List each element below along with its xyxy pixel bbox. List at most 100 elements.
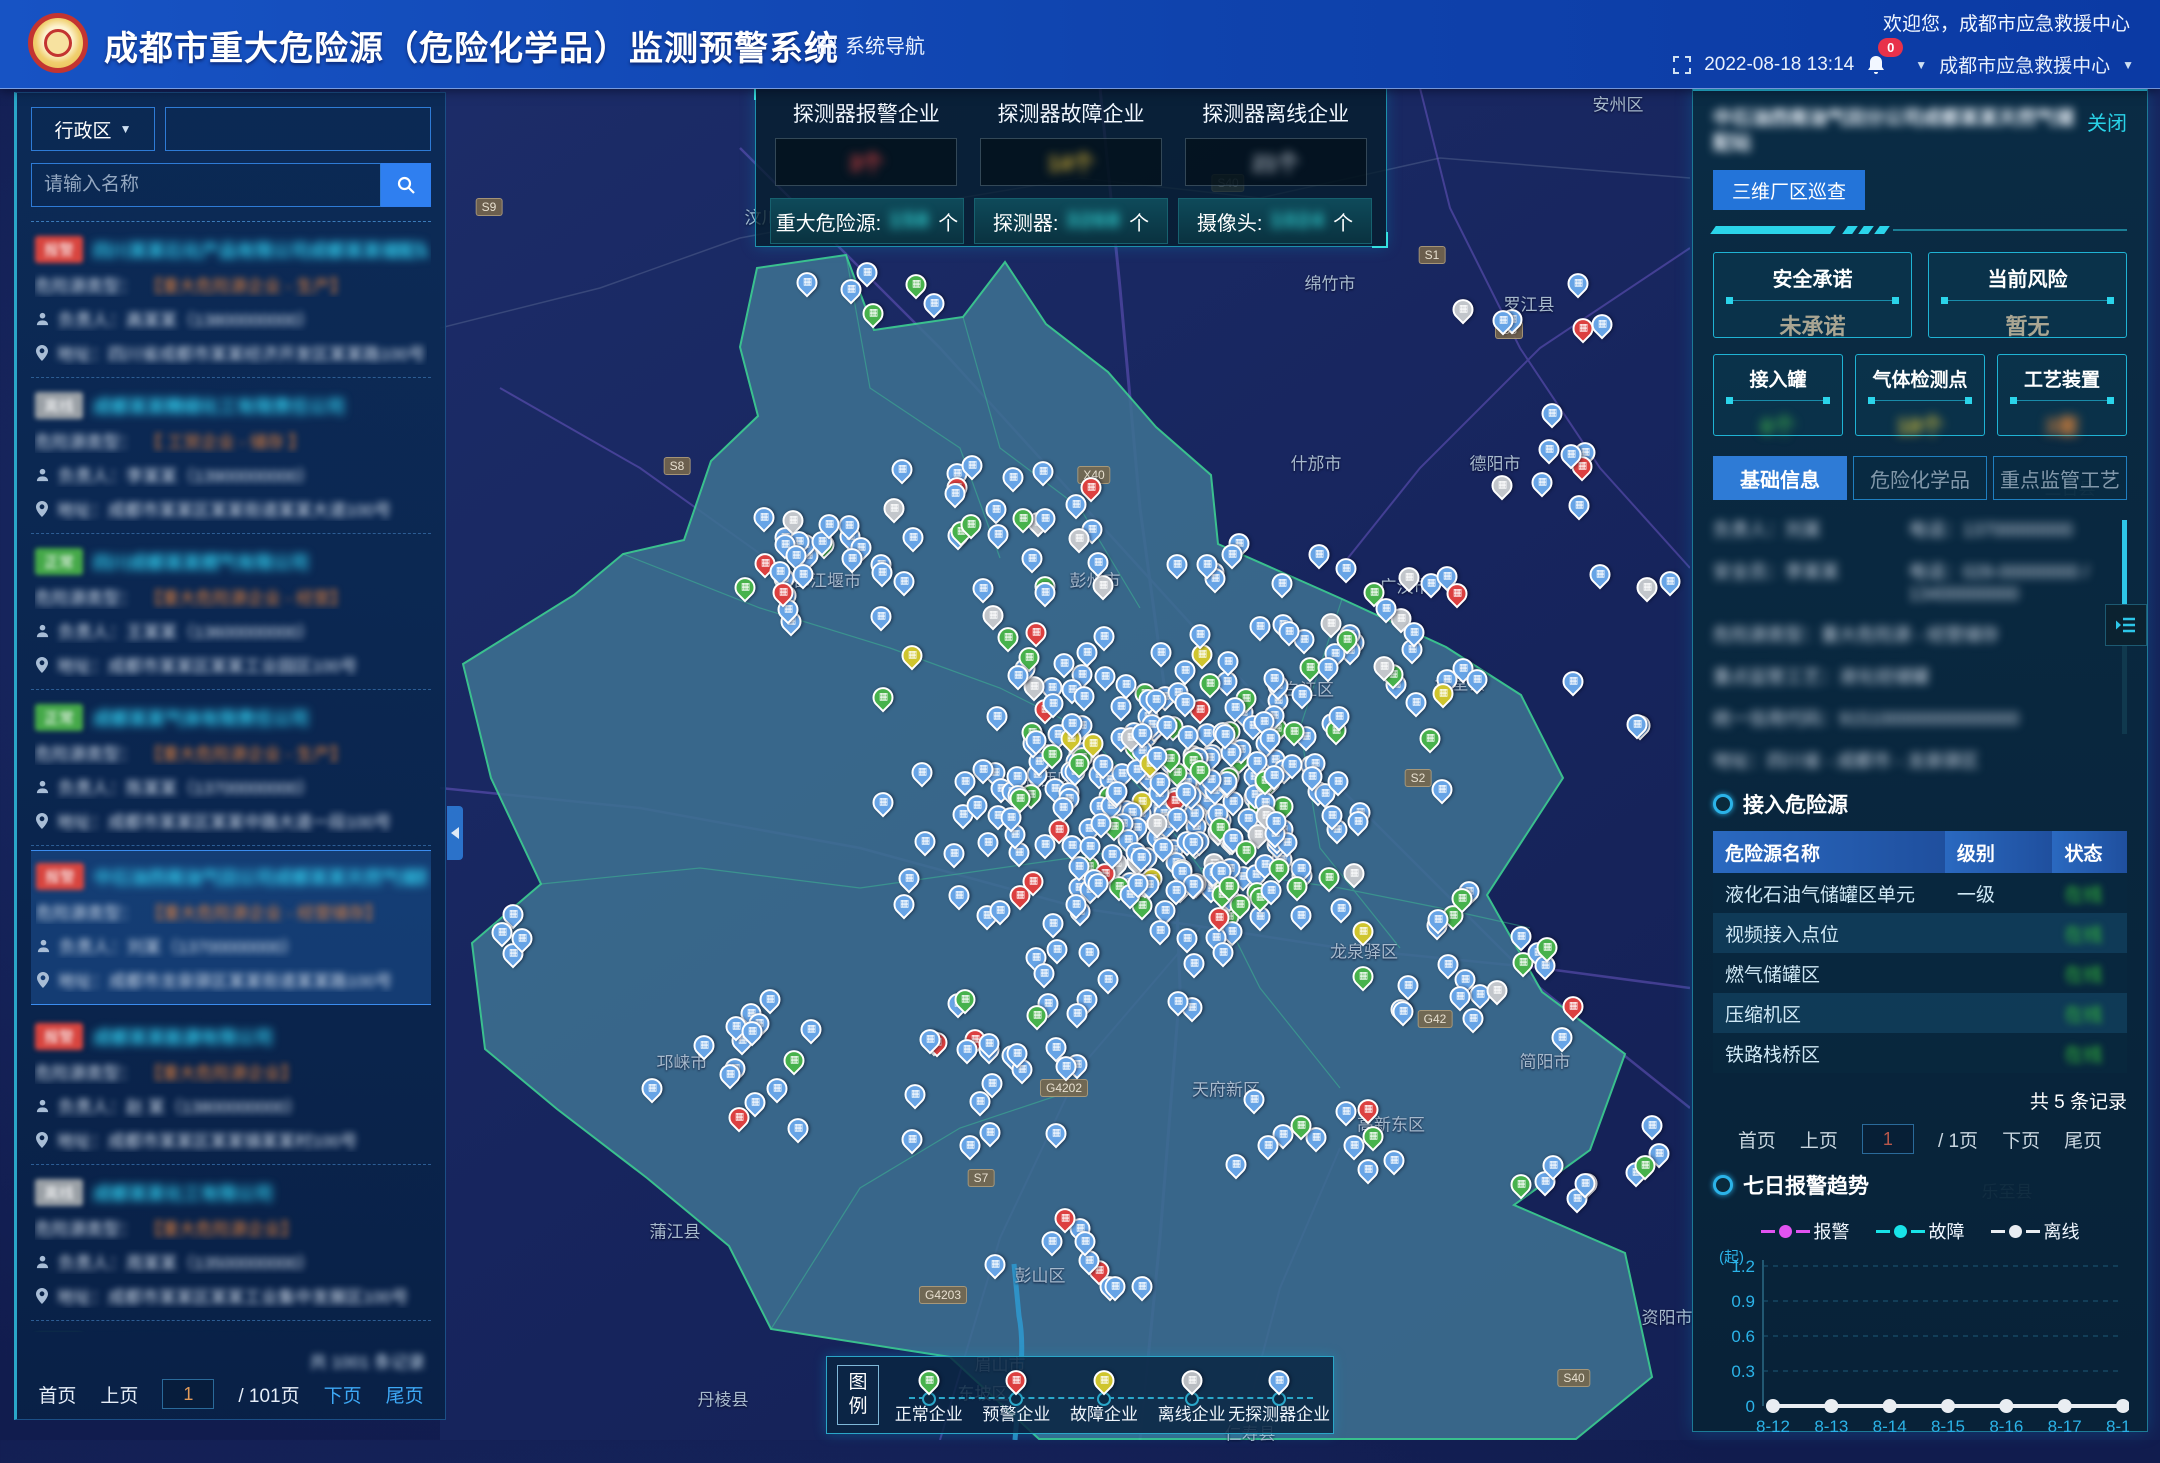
close-panel-link[interactable]: 关闭 [2087,107,2127,136]
search-button[interactable] [381,163,431,207]
svg-text:8-18: 8-18 [2106,1417,2129,1436]
chevron-down-icon[interactable]: ▼ [1915,58,1927,72]
bell-icon[interactable] [1866,54,1886,76]
company-list-item[interactable]: 报警 中石油西南油气田公司成都某某天然气储配站 危险源类型：【重大危险源企业 -… [31,850,431,1005]
table-row[interactable]: 铁路栈桥区 在线 [1713,1033,2127,1073]
district-value-input[interactable] [165,107,431,151]
contact-person: 负责人：陈某某（13700000000） [58,774,315,799]
status-badge: 报警 [35,236,83,263]
commitment-card: 安全承诺未承诺 [1713,252,1912,338]
chevron-down-icon[interactable]: ▼ [2122,58,2134,72]
notification-badge: 0 [1878,38,1903,57]
detector-stat-card: 探测器报警企业 3个 [770,96,963,186]
decorative-divider [1713,226,2127,234]
district-filter-button[interactable]: 行政区 ▼ [31,107,155,151]
sidebar-total-records: 共 1001 条记录 [310,1348,425,1373]
series-legend-item[interactable]: 报警 [1761,1218,1850,1244]
system-nav-label: 系统导航 [845,30,925,59]
enterprise-title: 中石油西南油气田分公司成都某某天然气储配站 [1713,107,2079,156]
company-list-item[interactable]: 报警 四川某某石化产品有限公司成都某某储配站 危险源类型：【重大危险源企业 - … [31,222,431,378]
pagination-last[interactable]: 尾页 [386,1381,424,1408]
pagination-first[interactable]: 首页 [1738,1126,1776,1153]
app-title: 成都市重大危险源（危险化学品）监测预警系统 [104,21,839,70]
company-list: 报警 四川某某石化产品有限公司成都某某储配站 危险源类型：【重大危险源企业 - … [31,222,431,1332]
table-row[interactable]: 燃气储罐区 在线 [1713,953,2127,993]
hazard-table: 危险源名称级别状态 液化石油气储罐区单元 一级 在线 视频接入点位 在线 燃气储… [1713,831,2127,1073]
contact-person: 负责人：王某某（13600000000） [58,618,315,643]
detail-field: 危险源类型：重大危险源 - 经营储存 [1713,621,2113,647]
legend-label: 预警企业 [982,1400,1050,1425]
counter-value: 1024 [1270,209,1325,233]
sidebar-collapse-tab[interactable] [447,806,463,860]
pagination-prev[interactable]: 上页 [1800,1126,1838,1153]
detector-stat-card: 探测器故障企业 14个 [975,96,1168,186]
pagination-page-input[interactable] [162,1379,214,1409]
pagination-first[interactable]: 首页 [38,1381,76,1408]
resource-counter: 重大危险源: 158 个 [770,198,964,244]
map-place-label: 资阳市 [1642,1304,1693,1329]
table-row[interactable]: 压缩机区 在线 [1713,993,2127,1033]
welcome-text: 欢迎您，成都市应急救援中心 [1883,9,2130,36]
person-icon [35,1254,50,1269]
hazard-type: 【重大危险源企业】 [145,1215,298,1240]
company-search-input[interactable] [31,163,381,207]
current-user[interactable]: 成都市应急救援中心 [1939,51,2110,78]
company-list-item[interactable]: 正常 四川成都某某燃气有限公司 危险源类型：【重大危险源企业 - 经营】 负责人… [31,534,431,690]
pagination-next[interactable]: 下页 [324,1381,362,1408]
contact-person: 负责人：周某某（13500000000） [58,1249,315,1274]
legend-pin-icon [1089,1366,1119,1396]
detail-field: 重点监管工艺：液化烃储罐 [1713,663,2113,689]
3d-patrol-button[interactable]: 三维厂区巡查 [1713,170,1865,210]
series-legend-item[interactable]: 故障 [1876,1218,1965,1244]
person-icon [35,779,50,794]
app-header: 成都市重大危险源（危险化学品）监测预警系统 系统导航 欢迎您，成都市应急救援中心… [0,0,2160,89]
svg-text:8-16: 8-16 [1989,1417,2023,1436]
system-nav-menu[interactable]: 系统导航 [818,30,925,59]
table-row[interactable]: 视频接入点位 在线 [1713,913,2127,953]
tab-重点监管工艺[interactable]: 重点监管工艺 [1993,456,2127,500]
pagination-prev[interactable]: 上页 [100,1381,138,1408]
svg-text:8-17: 8-17 [2048,1417,2082,1436]
location-icon [35,345,49,361]
hazard-name: 铁路栈桥区 [1713,1033,1945,1073]
location-icon [35,813,49,829]
bullet-icon [1713,1175,1733,1195]
facility-stat-card: 气体检测点 18个 [1855,354,1985,436]
company-name: 成都某某能源有限公司 [93,1024,273,1050]
company-list-item[interactable]: 报警 成都某某能源有限公司 危险源类型：【重大危险源企业】 负责人：赵 某（13… [31,1009,431,1165]
stat-label: 探测器离线企业 [1179,98,1372,128]
detail-field: 负责人：刘某 [1713,516,1899,542]
company-list-item[interactable]: 正常 四川某某危化品仓储物流有限公司 危险源类型：【 仓储 - 一般储存 】 负… [31,1321,431,1332]
stat-label: 探测器故障企业 [975,98,1168,128]
pagination-page-input[interactable] [1862,1124,1914,1154]
pagination-last[interactable]: 尾页 [2064,1126,2102,1153]
contact-person: 负责人：刘某（13700000000） [59,933,299,958]
grid-icon [818,36,836,54]
person-icon [35,623,50,638]
detector-stat-card: 探测器离线企业 21个 [1179,96,1372,186]
company-address: 地址：成都市某某区某某街道某某大道100号 [57,496,391,521]
trend-section-header: 七日报警趋势 [1713,1170,2127,1200]
road-shield-badge: S7 [968,1169,995,1187]
chart-legend: 报警 故障 离线 [1713,1218,2127,1244]
company-list-item[interactable]: 离线 成都某某精细化工有限责任公司 危险源类型：【 工贸企业 - 储存 】 负责… [31,378,431,534]
hazard-name: 视频接入点位 [1713,913,1945,953]
tab-危险化学品[interactable]: 危险化学品 [1853,456,1987,500]
road-shield-badge: S2 [1405,769,1432,787]
stat-value-box: 14个 [980,138,1162,186]
pagination-next[interactable]: 下页 [2002,1126,2040,1153]
tab-基础信息[interactable]: 基础信息 [1713,456,1847,500]
map-place-label: 德阳市 [1470,450,1521,475]
hazard-status: 在线 [2064,965,2102,986]
legend-label: 正常企业 [895,1400,963,1425]
pagination-total: / 1页 [1938,1126,1978,1153]
company-list-item[interactable]: 正常 成都某某气体有限责任公司 危险源类型：【重大危险源企业 - 生产】 负责人… [31,690,431,846]
road-shield-badge: S1 [1419,246,1446,264]
table-row[interactable]: 液化石油气储罐区单元 一级 在线 [1713,873,2127,913]
map-place-label: 安州区 [1593,91,1644,116]
company-list-item[interactable]: 离线 成都某某化工有限公司 危险源类型：【重大危险源企业】 负责人：周某某（13… [31,1165,431,1321]
series-legend-item[interactable]: 离线 [1991,1218,2080,1244]
fullscreen-icon[interactable] [1672,55,1692,75]
panel-expand-icon[interactable] [2105,604,2147,646]
hazard-status: 在线 [2064,1005,2102,1026]
